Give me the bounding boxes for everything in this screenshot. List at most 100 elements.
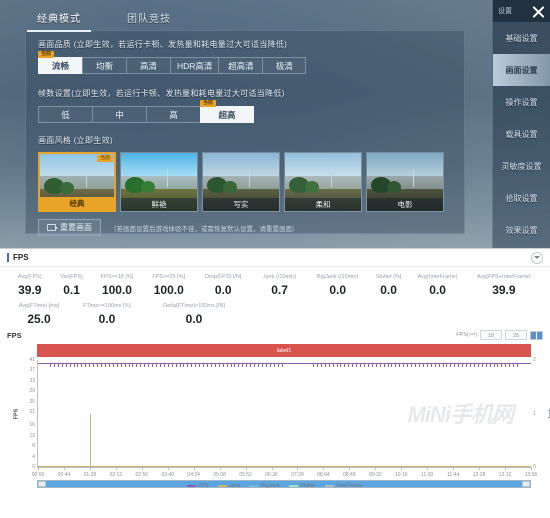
series-sample-tick (278, 363, 279, 367)
style-current-badge: 当前 (97, 155, 113, 162)
x-axis-tick: 01:28 (84, 472, 97, 478)
series-sample-tick (254, 363, 255, 367)
x-axis-tick-mark (142, 467, 143, 470)
series-sample-tick (333, 363, 334, 367)
style-thumb-movie[interactable]: 电影 (366, 152, 444, 212)
legend-item[interactable]: BigJank (249, 483, 280, 489)
series-sample-tick (195, 363, 196, 367)
series-sample-tick (395, 363, 396, 367)
chart-legend: FPS Jank BigJank Stutter InterFrame (7, 483, 543, 489)
collapse-button[interactable] (531, 252, 543, 264)
metric-avg-interframe: Avg(InterFrame) 0.0 (409, 273, 465, 298)
sidebar-item-display[interactable]: 画面设置 (493, 54, 550, 86)
legend-item[interactable]: Jank (218, 483, 241, 489)
series-sample-tick (183, 363, 184, 367)
sidebar-item-pickup[interactable]: 拾取设置 (493, 182, 550, 214)
quality-option-hdr-hd[interactable]: HDR高清 (170, 57, 218, 74)
y-axis-tick: 41 (20, 358, 35, 363)
style-thumb-soft[interactable]: 柔和 (284, 152, 362, 212)
quality-section-title: 画面品质 (立即生效，若运行卡顿、发热量和耗电量过大可适当降低) (38, 39, 464, 50)
x-axis-tick-mark (297, 467, 298, 470)
y-axis-title: FPS (13, 408, 19, 419)
chart-plot-area[interactable]: FPS Jank MiNi手机网 41373329252116128402100… (37, 360, 531, 468)
close-icon[interactable] (532, 5, 545, 18)
series-sample-tick (50, 363, 51, 367)
series-sample-tick (176, 363, 177, 367)
series-sample-tick (517, 363, 518, 367)
sidebar-item-effects[interactable]: 效果设置 (493, 214, 550, 246)
series-sample-tick (470, 363, 471, 367)
metric-avg-fps: Avg(FPS) 39.9 (8, 273, 52, 298)
series-sample-tick (238, 363, 239, 367)
metric-label: BigJank (/10min) (308, 273, 368, 282)
x-axis-tick: 11:44 (447, 472, 459, 478)
series-sample-tick (364, 363, 365, 367)
legend-item[interactable]: Stutter (289, 483, 316, 489)
reset-display-button[interactable]: 重置画面 (38, 219, 101, 236)
legend-item[interactable]: InterFrame (325, 483, 363, 489)
style-thumb-vivid[interactable]: 鲜艳 (120, 152, 198, 212)
x-axis-tick-mark (323, 467, 324, 470)
sidebar-item-vehicle[interactable]: 载具设置 (493, 118, 550, 150)
tab-team-deathmatch[interactable]: 团队竞技 (117, 8, 181, 32)
series-sample-tick (168, 363, 169, 367)
y-axis-tick: 25 (20, 400, 35, 405)
series-sample-tick (282, 363, 283, 367)
settings-sidebar: 设置 基础设置 画面设置 操作设置 载具设置 灵敏度设置 拾取设置 效果设置 (492, 0, 550, 248)
x-axis-tick: 08:48 (343, 472, 356, 478)
tab-classic-mode[interactable]: 经典模式 (27, 8, 91, 32)
series-sample-tick (321, 363, 322, 367)
series-sample-tick (505, 363, 506, 367)
metric-value: 0.1 (52, 282, 92, 298)
style-thumb-classic[interactable]: 当前 经典 (38, 152, 116, 212)
series-sample-tick (152, 363, 153, 367)
framerate-option-medium[interactable]: 中 (92, 106, 146, 123)
series-sample-tick (415, 363, 416, 367)
sidebar-item-controls[interactable]: 操作设置 (493, 86, 550, 118)
quality-option-smooth[interactable]: 当前 流畅 (38, 57, 82, 74)
metric-ftime-ge-100ms: FTime>=100ms [%] 0.0 (70, 302, 144, 327)
quality-option-hd[interactable]: 高清 (126, 57, 170, 74)
quality-option-balanced[interactable]: 均衡 (82, 57, 126, 74)
series-sample-tick (89, 363, 90, 367)
series-sample-tick (258, 363, 259, 367)
framerate-option-ultra[interactable]: 当前 超高 (200, 106, 254, 123)
x-axis-tick: 07:20 (291, 472, 304, 478)
metric-value: 0.0 (368, 282, 410, 298)
label-band[interactable]: label1 (37, 344, 531, 357)
series-sample-tick (242, 363, 243, 367)
legend-item[interactable]: FPS (187, 483, 209, 489)
series-sample-tick (482, 363, 483, 367)
series-sample-tick (431, 363, 432, 367)
metric-label: Drop(FPS) [/N] (195, 273, 251, 282)
quality-option-uhd[interactable]: 超高清 (218, 57, 262, 74)
grid-toggle-icon[interactable] (530, 331, 543, 340)
framerate-option-low[interactable]: 低 (38, 106, 92, 123)
series-sample-tick (136, 363, 137, 367)
fps-threshold-high-input[interactable]: 25 (505, 330, 527, 340)
framerate-option-high[interactable]: 高 (146, 106, 200, 123)
fps-threshold-low-input[interactable]: 18 (480, 330, 502, 340)
series-sample-tick (439, 363, 440, 367)
metric-value: 39.9 (8, 282, 52, 298)
sidebar-item-sensitivity[interactable]: 灵敏度设置 (493, 150, 550, 182)
series-sample-tick (501, 363, 502, 367)
quality-option-ultra[interactable]: 极清 (262, 57, 306, 74)
series-sample-tick (450, 363, 451, 367)
style-thumb-realistic[interactable]: 写实 (202, 152, 280, 212)
style-thumb-label: 鲜艳 (121, 198, 197, 211)
sidebar-item-basic[interactable]: 基础设置 (493, 22, 550, 54)
series-sample-tick (223, 363, 224, 367)
fps-threshold-controls: FPS(>=) 18 25 (456, 330, 543, 340)
performance-header: FPS (0, 249, 550, 267)
series-sample-tick (199, 363, 200, 367)
metric-label: FPS>=18 [%] (92, 273, 143, 282)
legend-swatch (187, 485, 196, 487)
style-thumb-label: 经典 (40, 197, 114, 210)
style-thumb-label: 写实 (203, 198, 279, 211)
metric-fps-ge-25: FPS>=25 [%] 100.0 (142, 273, 195, 298)
series-sample-tick (250, 363, 251, 367)
series-sample-tick (372, 363, 373, 367)
series-baseline (38, 466, 531, 467)
panel-title: FPS (7, 253, 29, 262)
